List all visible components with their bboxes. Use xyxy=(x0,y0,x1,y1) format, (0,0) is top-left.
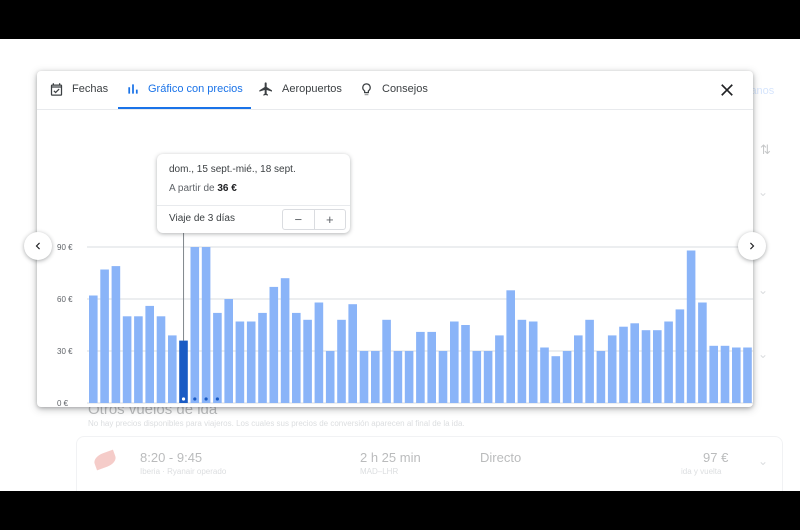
price-bar[interactable] xyxy=(743,347,752,404)
price-bar[interactable] xyxy=(122,316,132,403)
price-bar[interactable] xyxy=(528,321,538,404)
chevron-down-icon[interactable]: ⌄ xyxy=(758,283,768,297)
decrease-button[interactable]: − xyxy=(283,210,315,229)
divider xyxy=(157,205,350,206)
price-bar[interactable] xyxy=(630,323,639,403)
price-bar[interactable] xyxy=(280,278,290,403)
price-bar[interactable] xyxy=(190,247,200,403)
price-tooltip: dom., 15 sept.-mié., 18 sept. A partir d… xyxy=(157,154,350,233)
price-bar[interactable] xyxy=(314,302,324,404)
price-bar[interactable] xyxy=(562,351,572,403)
tooltip-dates: dom., 15 sept.-mié., 18 sept. xyxy=(169,164,296,175)
price-bar[interactable] xyxy=(235,321,245,404)
price-bar[interactable] xyxy=(337,319,346,403)
price-bar[interactable] xyxy=(145,305,154,403)
price-bar[interactable] xyxy=(698,302,707,404)
flight-duration: 2 h 25 min xyxy=(360,450,421,465)
price-bar[interactable] xyxy=(100,269,109,404)
price-bar[interactable] xyxy=(269,286,279,403)
screen: lanos ⇅ ⌄ ⌄ ⌄ Otros vuelos de ida No hay… xyxy=(0,39,800,491)
price-bar[interactable] xyxy=(168,335,177,403)
price-bar[interactable] xyxy=(111,266,121,403)
price-bar[interactable] xyxy=(517,319,527,403)
flight-route: MAD–LHR xyxy=(360,467,399,476)
price-bar[interactable] xyxy=(495,335,504,403)
price-bar[interactable] xyxy=(292,312,301,403)
price-bar[interactable] xyxy=(596,351,606,403)
section-note: No hay precios disponibles para viajeros… xyxy=(88,419,465,428)
price-bar[interactable] xyxy=(450,321,459,404)
price-bar[interactable] xyxy=(619,326,628,403)
chevron-down-icon[interactable]: ⌄ xyxy=(758,185,768,199)
flight-airline: Iberia · Ryanair operado xyxy=(140,467,227,476)
price-bar[interactable] xyxy=(574,335,583,403)
price-bar[interactable] xyxy=(348,304,357,403)
flight-price: 97 € xyxy=(703,450,729,465)
price-bar[interactable] xyxy=(506,290,515,403)
next-button[interactable] xyxy=(738,232,766,260)
price-bar[interactable] xyxy=(664,321,673,404)
price-bar[interactable] xyxy=(404,351,414,403)
trip-day-dot xyxy=(193,397,197,401)
price-bar[interactable] xyxy=(686,250,696,404)
price-bar[interactable] xyxy=(371,351,380,403)
chevron-left-icon xyxy=(35,242,40,250)
price-bar[interactable] xyxy=(201,247,211,403)
price-bar-chart: 0 €30 €60 €90 €✈✈oct.nov. xyxy=(57,233,753,407)
price-bar[interactable] xyxy=(461,325,470,403)
price-bar[interactable] xyxy=(156,316,166,403)
sort-icon[interactable]: ⇅ xyxy=(760,142,771,158)
price-bar[interactable] xyxy=(540,347,549,404)
y-tick-label: 30 € xyxy=(57,347,73,356)
tooltip-price-prefix: A partir de xyxy=(169,183,215,194)
price-bar[interactable] xyxy=(89,295,98,404)
price-bar[interactable] xyxy=(551,356,561,403)
price-bar[interactable] xyxy=(585,319,594,403)
price-bar[interactable] xyxy=(607,335,617,403)
price-bar[interactable] xyxy=(359,351,369,403)
chevron-down-icon[interactable]: ⌄ xyxy=(758,454,768,468)
price-bar[interactable] xyxy=(427,331,436,403)
price-bar[interactable] xyxy=(325,351,335,403)
price-bar[interactable] xyxy=(213,312,222,403)
flight-price-note: ida y vuelta xyxy=(681,467,722,476)
price-bar[interactable] xyxy=(179,340,188,403)
chevron-down-icon[interactable]: ⌄ xyxy=(758,347,768,361)
price-bar[interactable] xyxy=(393,351,403,403)
trip-day-dot xyxy=(181,397,186,401)
price-bar[interactable] xyxy=(653,330,662,403)
price-bar[interactable] xyxy=(258,312,267,403)
price-bar[interactable] xyxy=(720,345,730,403)
price-bar[interactable] xyxy=(246,321,256,404)
price-bar[interactable] xyxy=(709,345,718,403)
price-bar[interactable] xyxy=(483,351,493,403)
flight-times: 8:20 - 9:45 xyxy=(140,450,203,465)
price-bar[interactable] xyxy=(675,309,685,403)
price-bar[interactable] xyxy=(641,330,651,403)
price-bar[interactable] xyxy=(416,331,425,403)
price-graph-dialog: Fechas Gráfico con precios Aeropuertos C… xyxy=(37,71,753,407)
tooltip-price: A partir de 36 € xyxy=(169,183,237,194)
trip-day-dot xyxy=(204,397,208,401)
price-bar[interactable] xyxy=(134,316,143,403)
price-bar[interactable] xyxy=(382,319,391,403)
flight-stops: Directo xyxy=(480,450,522,465)
price-bar[interactable] xyxy=(438,351,448,403)
chevron-right-icon xyxy=(750,242,755,250)
trip-day-dot xyxy=(215,397,219,401)
price-bar[interactable] xyxy=(224,299,233,403)
y-tick-label: 0 € xyxy=(57,399,69,407)
y-tick-label: 60 € xyxy=(57,295,73,304)
y-tick-label: 90 € xyxy=(57,243,73,252)
trip-length-stepper: − + xyxy=(282,209,346,230)
trip-length-label: Viaje de 3 días xyxy=(169,213,235,224)
previous-button[interactable] xyxy=(24,232,52,260)
price-bar[interactable] xyxy=(303,319,312,403)
tooltip-price-value: 36 € xyxy=(217,183,237,194)
price-bar[interactable] xyxy=(472,351,482,403)
price-bar[interactable] xyxy=(732,347,741,404)
increase-button[interactable]: + xyxy=(315,210,346,229)
